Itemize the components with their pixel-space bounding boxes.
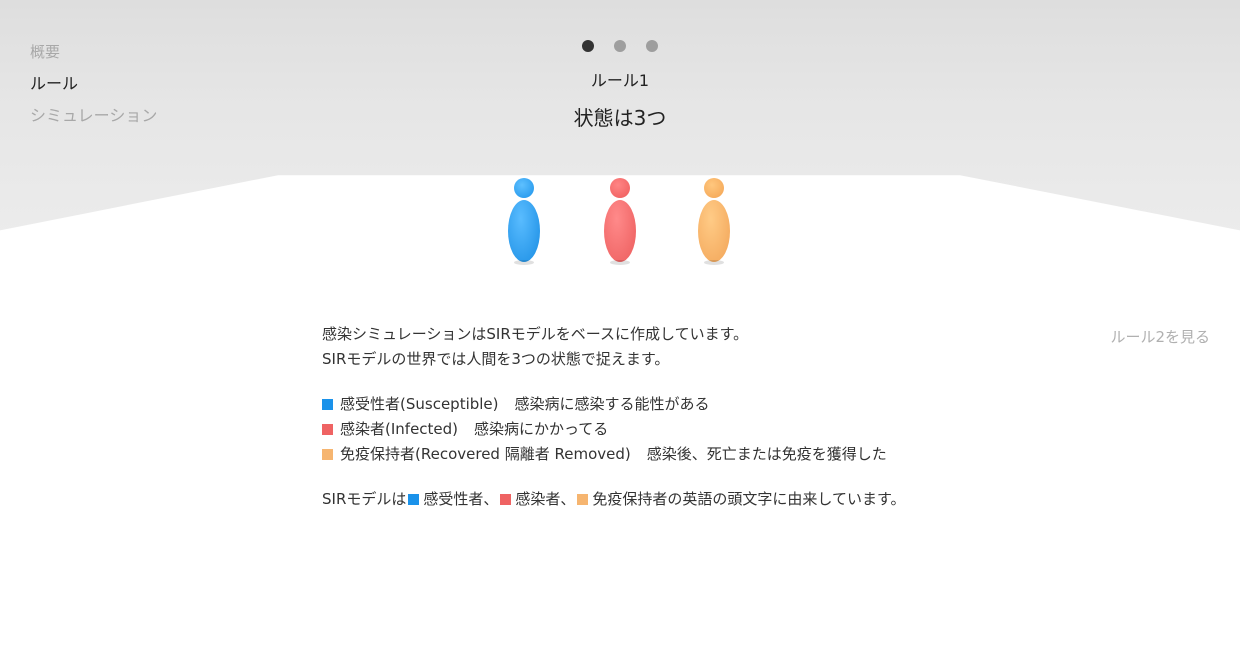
legend-item-recovered: 免疫保持者(Recovered 隔離者 Removed) 感染後、死亡または免疫… (322, 442, 922, 467)
figure-group (0, 178, 1240, 270)
legend-desc: 感染後、死亡または免疫を獲得した (646, 445, 887, 463)
susceptible-person-icon (504, 178, 544, 270)
legend-term: 感染者(Infected) (340, 420, 459, 438)
person-head (514, 178, 534, 198)
person-body (508, 200, 540, 262)
infected-person-icon (600, 178, 640, 270)
intro-line-1: 感染シミュレーションはSIRモデルをベースに作成しています。 (322, 325, 749, 343)
pager-dot-1[interactable] (582, 40, 594, 52)
intro-line-2: SIRモデルの世界では人間を3つの状態で捉えます。 (322, 350, 670, 368)
legend-item-infected: 感染者(Infected) 感染病にかかってる (322, 417, 922, 442)
orange-square-icon (577, 494, 589, 505)
summary-i: 感染者、 (515, 490, 576, 508)
orange-square-icon (322, 449, 333, 460)
legend-desc: 感染病にかかってる (474, 420, 609, 438)
person-shadow (704, 260, 724, 265)
pager-dots (582, 40, 658, 52)
pager-dot-3[interactable] (646, 40, 658, 52)
recovered-person-icon (694, 178, 734, 270)
person-body (604, 200, 636, 262)
rule-label: ルール1 (590, 71, 650, 90)
legend-desc: 感染病に感染する能性がある (514, 395, 710, 413)
summary-r: 免疫保持者の英語の頭文字に由来しています。 (592, 490, 906, 508)
legend-item-susceptible: 感受性者(Susceptible) 感染病に感染する能性がある (322, 392, 922, 417)
red-square-icon (500, 494, 512, 505)
rule-title: 状態は3つ (573, 106, 667, 130)
summary-prefix: SIRモデルは (322, 490, 407, 508)
person-head (704, 178, 724, 198)
person-shadow (610, 260, 630, 265)
red-square-icon (322, 424, 333, 435)
summary-text: SIRモデルは 感受性者、 感染者、 免疫保持者の英語の頭文字に由来しています。 (322, 487, 922, 512)
legend-term: 感受性者(Susceptible) (340, 395, 499, 413)
legend-term: 免疫保持者(Recovered 隔離者 Removed) (340, 445, 631, 463)
next-rule-link[interactable]: ルール2を見る (1110, 326, 1210, 348)
person-head (610, 178, 630, 198)
person-shadow (514, 260, 534, 265)
blue-square-icon (322, 399, 333, 410)
person-body (698, 200, 730, 262)
pager-dot-2[interactable] (614, 40, 626, 52)
blue-square-icon (408, 494, 420, 505)
rule-description: 感染シミュレーションはSIRモデルをベースに作成しています。 SIRモデルの世界… (322, 322, 922, 512)
summary-s: 感受性者、 (423, 490, 499, 508)
nav-item-overview[interactable]: 概要 (30, 36, 157, 68)
